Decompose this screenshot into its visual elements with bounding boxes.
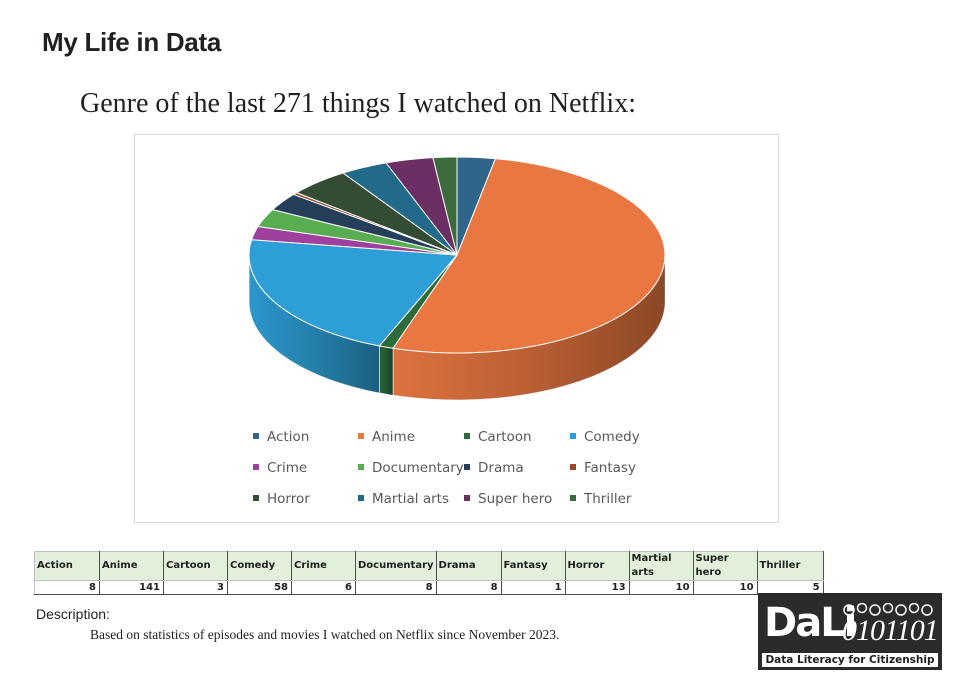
table-cell-drama: 8 [436,580,502,595]
table-header-super-hero: Super hero [693,551,758,581]
legend-label: Anime [372,429,415,445]
table-cell-action: 8 [34,580,100,595]
legend-swatch [570,495,576,501]
legend-item-comedy: Comedy [570,429,640,445]
table-header-comedy: Comedy [227,551,292,581]
legend-label: Fantasy [584,460,636,476]
table-cell-horror: 13 [565,580,630,595]
legend-item-crime: Crime [253,460,307,476]
table-header-crime: Crime [291,551,356,581]
description-text: Based on statistics of episodes and movi… [90,627,560,642]
description-label: Description: [36,606,110,622]
table-header-cartoon: Cartoon [163,551,228,581]
pie-side-shade [379,345,393,396]
table-row: 8 141 3 58 6 8 8 1 13 10 10 5 [34,580,824,595]
legend-item-super-hero: Super hero [464,491,552,507]
legend-label: Thriller [584,491,632,507]
legend-swatch [464,495,470,501]
table-cell-super-hero: 10 [693,580,758,595]
legend-swatch [570,464,576,470]
legend-swatch [358,433,364,439]
table-cell-anime: 141 [99,580,164,595]
legend-swatch [253,464,259,470]
data-table: Action Anime Cartoon Comedy Crime Documentary… [34,551,824,595]
legend-item-fantasy: Fantasy [570,460,636,476]
logo-tagline: Data Literacy for Citizenship [762,653,938,667]
table-header-action: Action [34,551,100,581]
legend-item-martial-arts: Martial arts [358,491,449,507]
legend-swatch [253,495,259,501]
logo-binary: 0101101 [842,614,939,647]
legend-swatch [358,464,364,470]
dali-logo: DaLi 0101101 Data Literacy for Citizensh… [758,593,942,670]
table-header-documentary: Documentary [355,551,437,581]
pie-side-cartoon [378,345,394,396]
table-cell-comedy: 58 [227,580,292,595]
legend-swatch [464,433,470,439]
table-header-martial-arts: Martial arts [629,551,694,581]
legend-label: Comedy [584,429,640,445]
legend-label: Cartoon [478,429,532,445]
legend-item-documentary: Documentary [358,460,464,476]
legend-swatch [464,464,470,470]
pie-top [248,156,666,354]
legend-swatch [570,433,576,439]
table-header-drama: Drama [436,551,502,581]
table-header-horror: Horror [565,551,630,581]
legend-item-cartoon: Cartoon [464,429,532,445]
legend-swatch [358,495,364,501]
legend-label: Action [267,429,310,445]
table-cell-martial-arts: 10 [629,580,694,595]
table-cell-cartoon: 3 [163,580,228,595]
table-header-fantasy: Fantasy [501,551,566,581]
table-cell-documentary: 8 [355,580,437,595]
legend-label: Horror [267,491,310,507]
table-header-row: Action Anime Cartoon Comedy Crime Documentary… [34,551,824,581]
legend-label: Crime [267,460,308,476]
legend-label: Documentary [372,460,464,476]
legend-swatch [253,433,259,439]
legend-item-horror: Horror [253,491,310,507]
legend-item-thriller: Thriller [570,491,631,507]
table-header-anime: Anime [99,551,164,581]
table-cell-crime: 6 [291,580,356,595]
legend-label: Super hero [478,491,553,507]
legend-item-drama: Drama [464,460,524,476]
legend-item-anime: Anime [358,429,415,445]
legend-label: Martial arts [372,491,449,507]
table-header-thriller: Thriller [757,551,824,581]
legend-label: Drama [478,460,524,476]
legend-item-action: Action [253,429,309,445]
table-cell-fantasy: 1 [501,580,566,595]
